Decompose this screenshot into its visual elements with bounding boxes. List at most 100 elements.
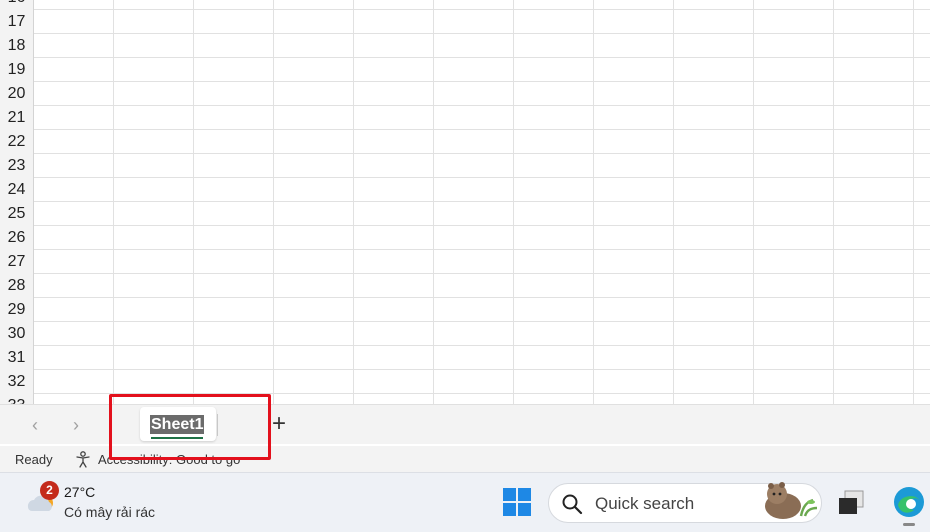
grid-cell[interactable] [594, 394, 674, 404]
grid-cell[interactable] [914, 250, 930, 274]
grid-cell[interactable] [754, 178, 834, 202]
grid-cell[interactable] [194, 370, 274, 394]
grid-cell[interactable] [274, 106, 354, 130]
grid-cell[interactable] [674, 226, 754, 250]
grid-cell[interactable] [514, 274, 594, 298]
previous-sheet-button[interactable]: ‹ [24, 414, 46, 436]
grid-cell[interactable] [674, 202, 754, 226]
grid-cell[interactable] [674, 0, 754, 10]
grid-cell[interactable] [354, 370, 434, 394]
grid-cell[interactable] [114, 250, 194, 274]
grid-cell[interactable] [754, 130, 834, 154]
grid-cell[interactable] [114, 82, 194, 106]
grid-cell[interactable] [594, 178, 674, 202]
grid-cell[interactable] [34, 394, 114, 404]
grid-cell[interactable] [834, 394, 914, 404]
grid-cell[interactable] [114, 226, 194, 250]
grid-cell[interactable] [434, 154, 514, 178]
grid-cell[interactable] [194, 106, 274, 130]
grid-cell[interactable] [434, 346, 514, 370]
grid-cell[interactable] [754, 10, 834, 34]
grid-cell[interactable] [194, 10, 274, 34]
grid-cell[interactable] [34, 82, 114, 106]
grid-cell[interactable] [514, 298, 594, 322]
grid-cell[interactable] [834, 130, 914, 154]
grid-cell[interactable] [914, 130, 930, 154]
task-view-icon[interactable] [836, 489, 866, 517]
grid-cell[interactable] [114, 178, 194, 202]
grid-cell[interactable] [914, 58, 930, 82]
grid-cell[interactable] [594, 322, 674, 346]
grid-cell[interactable] [914, 0, 930, 10]
grid-cell[interactable] [114, 0, 194, 10]
grid-cell[interactable] [434, 226, 514, 250]
grid-cell[interactable] [754, 298, 834, 322]
row-header[interactable]: 26 [0, 226, 34, 250]
grid-cell[interactable] [754, 394, 834, 404]
grid-cell[interactable] [914, 10, 930, 34]
grid-cell[interactable] [114, 10, 194, 34]
grid-cell[interactable] [34, 10, 114, 34]
grid-cell[interactable] [674, 394, 754, 404]
grid-cell[interactable] [514, 82, 594, 106]
grid-cell[interactable] [514, 154, 594, 178]
grid-cell[interactable] [354, 202, 434, 226]
grid-cell[interactable] [674, 322, 754, 346]
grid-cell[interactable] [834, 178, 914, 202]
grid-cell[interactable] [354, 322, 434, 346]
grid-cell[interactable] [194, 130, 274, 154]
weather-description[interactable]: Có mây rải rác [64, 504, 155, 520]
grid-cell[interactable] [274, 322, 354, 346]
grid-cell[interactable] [274, 250, 354, 274]
grid-cell[interactable] [434, 394, 514, 404]
grid-cell[interactable] [434, 274, 514, 298]
grid-cell[interactable] [34, 130, 114, 154]
grid-cell[interactable] [674, 346, 754, 370]
grid-cell[interactable] [514, 226, 594, 250]
grid-cell[interactable] [114, 394, 194, 404]
grid-cell[interactable] [114, 274, 194, 298]
grid-cell[interactable] [914, 82, 930, 106]
grid-cell[interactable] [754, 0, 834, 10]
grid-cell[interactable] [754, 274, 834, 298]
grid-cell[interactable] [834, 10, 914, 34]
grid-cell[interactable] [514, 250, 594, 274]
grid-cell[interactable] [434, 0, 514, 10]
grid-cell[interactable] [674, 34, 754, 58]
grid-cell[interactable] [834, 154, 914, 178]
grid-cell[interactable] [274, 226, 354, 250]
grid-cell[interactable] [514, 178, 594, 202]
grid-cell[interactable] [514, 58, 594, 82]
row-header[interactable]: 24 [0, 178, 34, 202]
row-header[interactable]: 27 [0, 250, 34, 274]
grid-cell[interactable] [194, 82, 274, 106]
grid-cell[interactable] [914, 298, 930, 322]
grid-cell[interactable] [914, 106, 930, 130]
grid-cell[interactable] [354, 34, 434, 58]
grid-cell[interactable] [914, 154, 930, 178]
grid-cell[interactable] [434, 10, 514, 34]
grid-cell[interactable] [594, 370, 674, 394]
grid-cell[interactable] [194, 226, 274, 250]
grid-cell[interactable] [594, 34, 674, 58]
grid-cell[interactable] [594, 130, 674, 154]
grid-cell[interactable] [354, 178, 434, 202]
grid-cell[interactable] [754, 34, 834, 58]
row-header[interactable]: 19 [0, 58, 34, 82]
grid-cell[interactable] [834, 106, 914, 130]
grid-cell[interactable] [834, 370, 914, 394]
grid-cell[interactable] [34, 226, 114, 250]
grid-cell[interactable] [754, 154, 834, 178]
grid-cell[interactable] [194, 346, 274, 370]
grid-cell[interactable] [274, 274, 354, 298]
grid-cell[interactable] [754, 58, 834, 82]
row-header[interactable]: 17 [0, 10, 34, 34]
grid-cell[interactable] [434, 130, 514, 154]
grid-cell[interactable] [674, 82, 754, 106]
grid-cell[interactable] [274, 130, 354, 154]
grid-cell[interactable] [834, 346, 914, 370]
grid-cell[interactable] [274, 370, 354, 394]
grid-cell[interactable] [194, 0, 274, 10]
row-header[interactable]: 25 [0, 202, 34, 226]
grid-cell[interactable] [114, 106, 194, 130]
